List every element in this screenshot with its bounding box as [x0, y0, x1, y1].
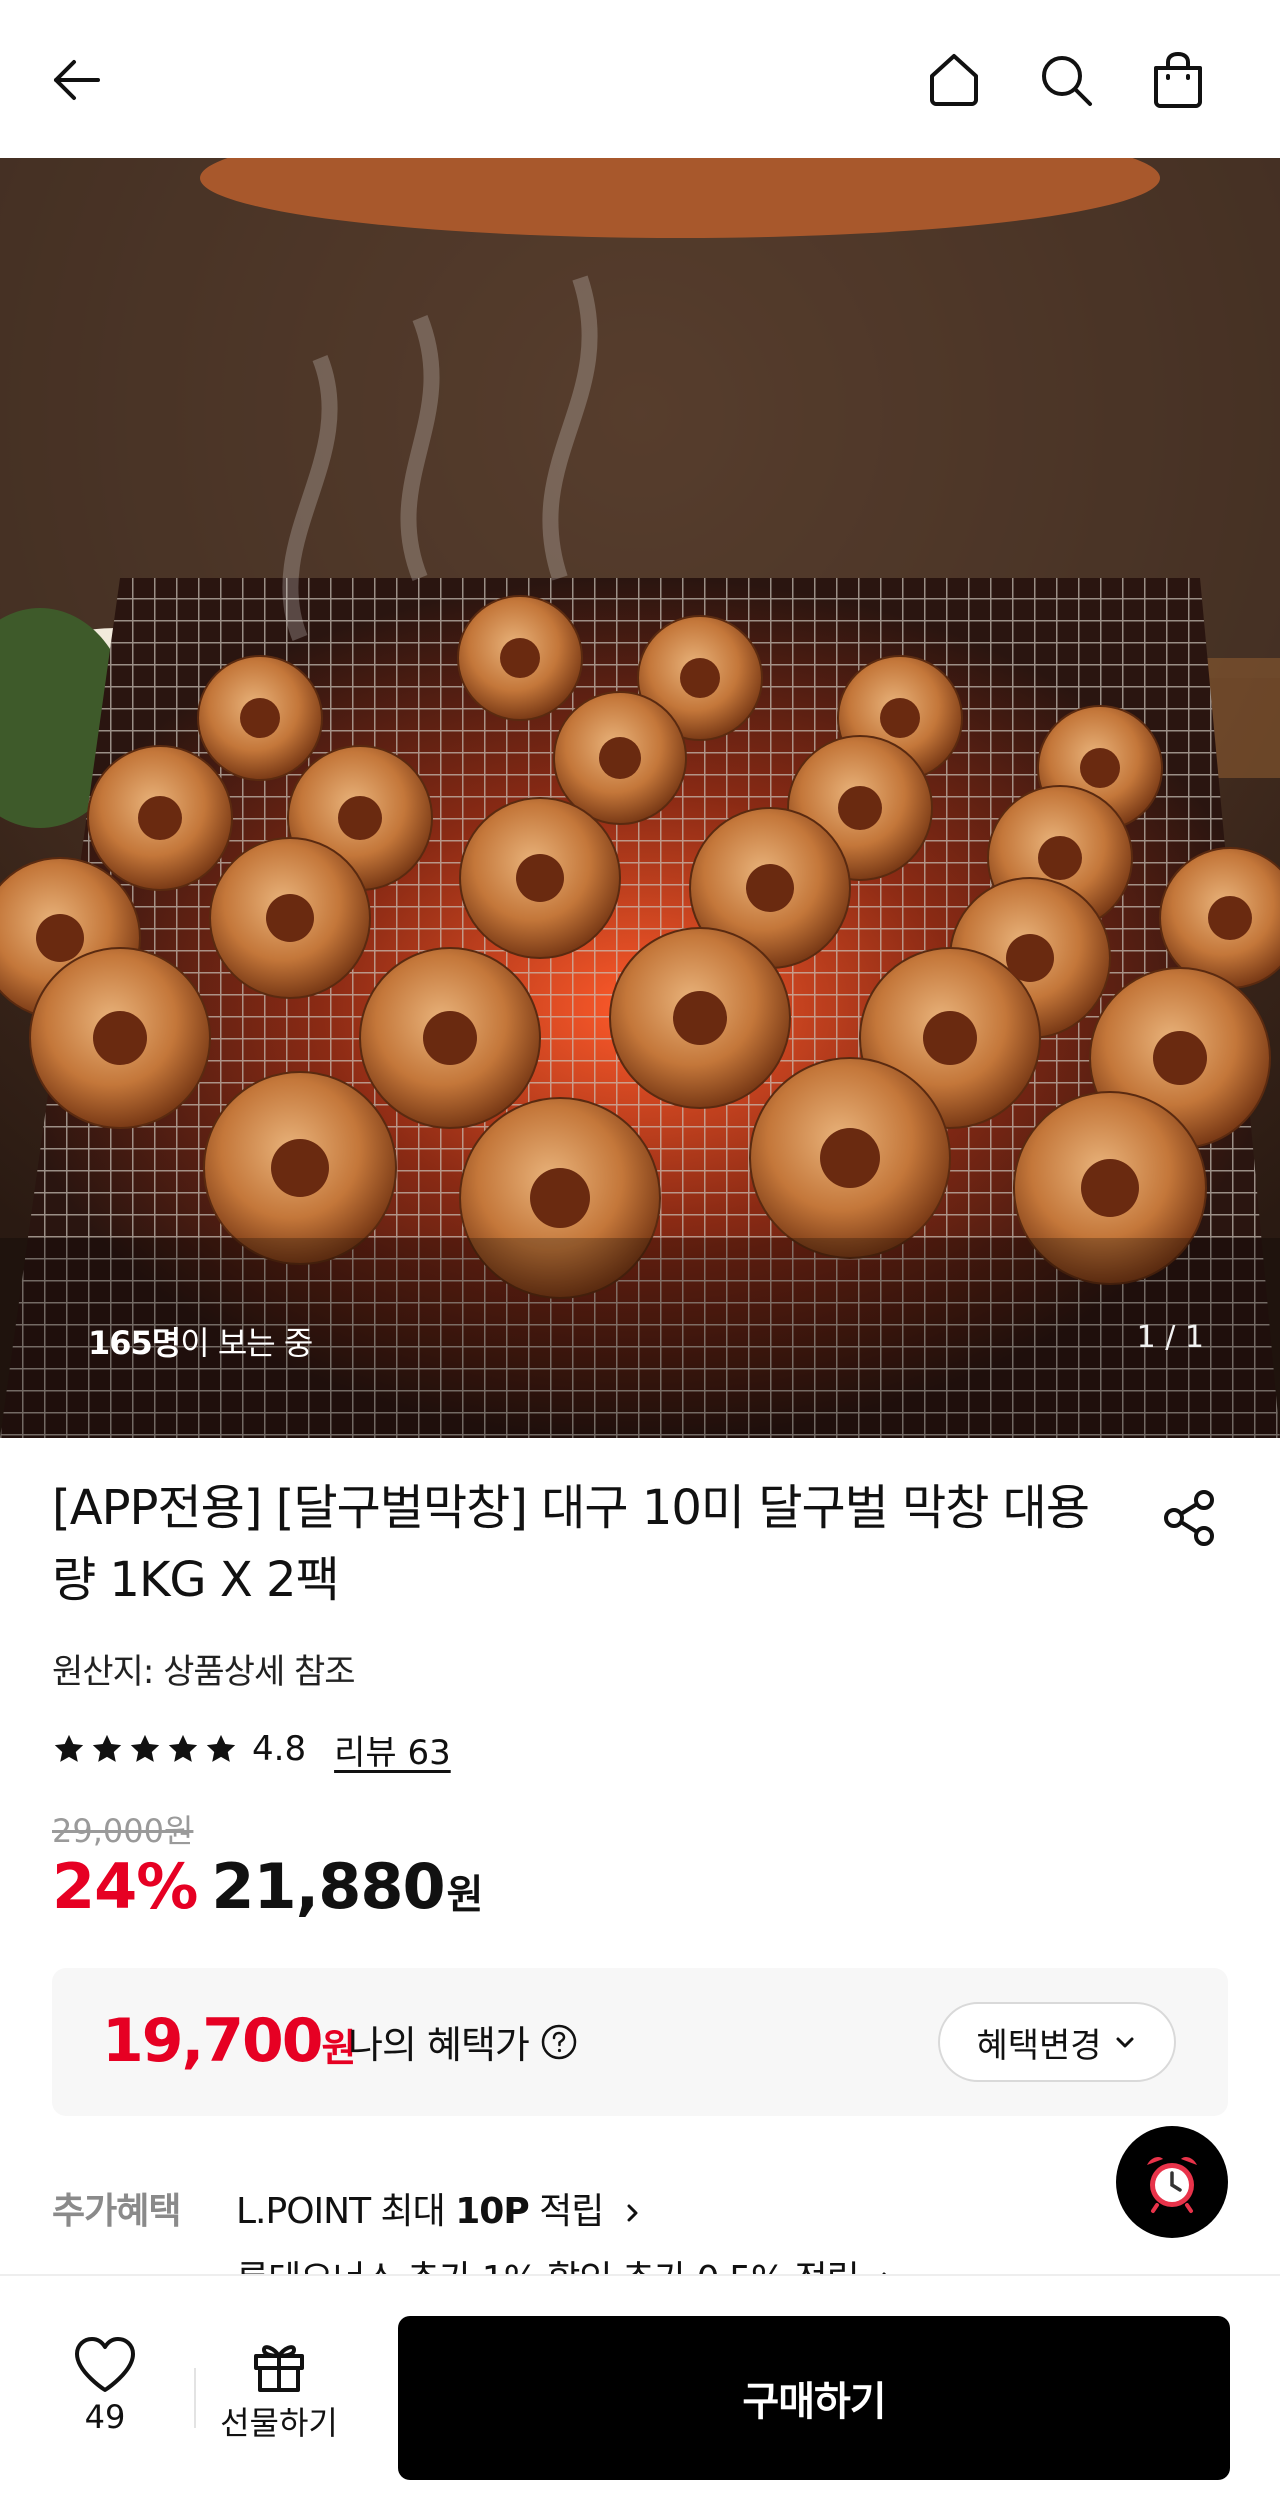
chevron-down-icon — [1116, 2037, 1134, 2048]
benefit-price-box: 19,700 원 나의 혜택가 혜택변경 — [52, 1968, 1228, 2116]
share-icon — [1164, 1490, 1214, 1546]
question-circle-icon[interactable] — [539, 2022, 579, 2062]
alarm-button[interactable] — [1116, 2126, 1228, 2238]
star-icon — [92, 1734, 122, 1762]
share-button[interactable] — [1156, 1484, 1224, 1552]
discount-rate: 24% — [52, 1850, 198, 1923]
back-button[interactable] — [36, 40, 116, 120]
buy-button[interactable]: 구매하기 — [398, 2316, 1230, 2480]
lpoint-suffix: 적립 — [528, 2191, 604, 2232]
heart-icon — [75, 2337, 135, 2392]
gift-button[interactable]: 선물하기 — [214, 2336, 344, 2444]
star-icon — [206, 1734, 236, 1762]
home-button[interactable] — [914, 40, 994, 120]
shopping-bag-icon — [1154, 52, 1202, 108]
product-title: [APP전용] [달구벌막창] 대구 10미 달구벌 막창 대용량 1KG X … — [52, 1480, 1090, 1608]
star-icon — [130, 1734, 160, 1762]
gift-label: 선물하기 — [220, 2404, 338, 2442]
review-link[interactable]: 리뷰 63 — [334, 1725, 451, 1774]
star-rating — [52, 1732, 238, 1766]
lpoint-prefix: L.POINT 최대 — [236, 2191, 456, 2232]
image-pager: 1 / 1 — [1136, 1320, 1204, 1355]
product-image[interactable]: 165명이 보는 중 1 / 1 — [0, 158, 1280, 1438]
chevron-right-icon — [627, 2204, 638, 2222]
like-count: 49 — [84, 2398, 126, 2436]
origin-info: 원산지: 상품상세 참조 — [52, 1652, 356, 1692]
benefit-price-value: 19,700 — [102, 2006, 324, 2076]
cart-button[interactable] — [1138, 40, 1218, 120]
sale-price: 21,880 — [211, 1850, 445, 1923]
change-benefit-label: 혜택변경 — [976, 2025, 1102, 2066]
search-button[interactable] — [1026, 40, 1106, 120]
gift-icon — [254, 2345, 304, 2392]
currency-unit: 원 — [446, 1872, 484, 1918]
like-button[interactable]: 49 — [60, 2336, 150, 2436]
lpoint-benefit-link[interactable]: L.POINT 최대 10P 적립 — [236, 2182, 644, 2234]
bottom-action-bar: 49 선물하기 구매하기 — [0, 2274, 1280, 2514]
search-icon — [1042, 56, 1092, 106]
viewers-counter: 165명이 보는 중 — [88, 1318, 313, 1364]
original-price: 29,000원 — [52, 1812, 194, 1850]
alarm-clock-icon — [1147, 2157, 1197, 2213]
arrow-left-icon — [54, 60, 100, 100]
top-nav-bar — [0, 0, 1280, 158]
lpoint-points: 10P — [455, 2191, 529, 2232]
viewers-count: 165명 — [88, 1324, 181, 1362]
home-icon — [930, 54, 978, 106]
benefit-label: 나의 혜택가 — [348, 2014, 579, 2069]
product-photo — [0, 158, 1280, 1438]
rating-row: 4.8 리뷰 63 — [52, 1724, 451, 1774]
change-benefit-button[interactable]: 혜택변경 — [938, 2002, 1176, 2082]
rating-value: 4.8 — [252, 1729, 307, 1769]
viewers-suffix: 이 보는 중 — [180, 1324, 313, 1362]
star-icon — [54, 1734, 84, 1762]
extra-benefit-label: 추가혜택 — [52, 2191, 181, 2232]
benefit-price: 19,700 원 — [102, 2006, 357, 2076]
benefit-label-text: 나의 혜택가 — [348, 2023, 530, 2067]
divider — [194, 2368, 196, 2428]
star-icon — [168, 1734, 198, 1762]
price-row: 24% 21,880 원 — [52, 1850, 483, 1923]
